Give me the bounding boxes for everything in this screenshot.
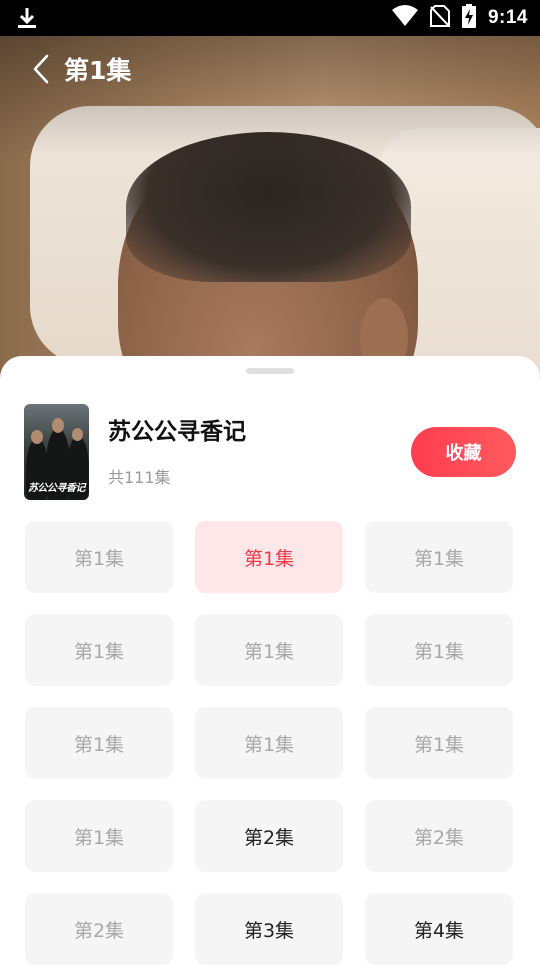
episode-item[interactable]: 第1集 bbox=[25, 707, 173, 779]
episode-item[interactable]: 第2集 bbox=[25, 893, 173, 965]
episode-grid: 第1集 第1集 第1集 第1集 第1集 第1集 第1集 第1集 第1集 第1集 第2集 第2集 第2集第… bbox=[25, 521, 515, 965]
sheet-drag-handle[interactable] bbox=[246, 368, 294, 374]
episode-sheet: 苏公公寻香记 苏公公寻香记 共111集 收藏 第1集 第1集 第1集 第1集 第1集 第1… bbox=[0, 356, 540, 976]
chevron-left-icon bbox=[33, 54, 49, 84]
episode-item[interactable]: 第1集 bbox=[365, 521, 513, 593]
current-episode-title: 第1集 bbox=[64, 56, 132, 85]
battery-charging-icon bbox=[461, 4, 476, 32]
drama-poster: 苏公公寻香记 bbox=[24, 404, 89, 500]
status-bar: 9:14 bbox=[0, 0, 540, 36]
no-sim-icon bbox=[429, 5, 450, 31]
episode-count: 共111集 bbox=[108, 468, 171, 487]
episode-item[interactable]: 第1集 bbox=[195, 707, 343, 779]
status-time: 9:14 bbox=[487, 7, 528, 28]
favorite-button[interactable]: 收藏 bbox=[411, 427, 516, 477]
back-button[interactable] bbox=[26, 49, 56, 89]
download-icon bbox=[16, 6, 38, 34]
episode-item[interactable]: 第1集 bbox=[365, 614, 513, 686]
episode-item[interactable]: 第1集 bbox=[25, 614, 173, 686]
episode-item[interactable]: 第1集 bbox=[25, 521, 173, 593]
wifi-icon bbox=[391, 5, 418, 31]
episode-item[interactable]: 第3集 bbox=[195, 893, 343, 965]
episode-item[interactable]: 第1集 bbox=[365, 707, 513, 779]
episode-item-current[interactable]: 第1集 bbox=[195, 521, 343, 593]
episode-item[interactable]: 第2集 bbox=[195, 800, 343, 872]
episode-item[interactable]: 第1集 bbox=[25, 800, 173, 872]
player-top-bar: 第1集 bbox=[0, 36, 540, 102]
drama-title: 苏公公寻香记 bbox=[108, 419, 246, 445]
episode-item[interactable]: 第4集 bbox=[365, 893, 513, 965]
episode-item[interactable]: 第1集 bbox=[195, 614, 343, 686]
poster-title-text: 苏公公寻香记 bbox=[28, 483, 86, 494]
episode-item[interactable]: 第2集 bbox=[365, 800, 513, 872]
